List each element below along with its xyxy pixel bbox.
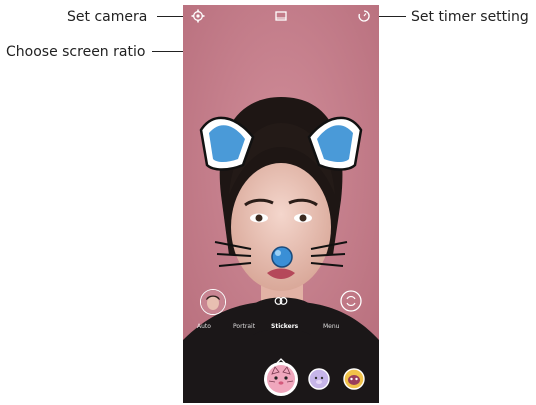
shutter-button[interactable] (264, 362, 298, 396)
gallery-thumbnail[interactable] (200, 289, 226, 315)
set-timer-callout: Set timer setting (411, 9, 529, 25)
sticker-option-monkey[interactable] (343, 368, 365, 390)
switch-camera-icon[interactable] (339, 289, 363, 313)
gear-icon[interactable] (191, 9, 205, 23)
sticker-effects-icon[interactable] (274, 294, 288, 308)
choose-ratio-callout: Choose screen ratio (6, 44, 146, 60)
mode-auto[interactable]: Auto (197, 323, 211, 330)
screen-ratio-icon[interactable] (274, 9, 288, 23)
timer-icon[interactable] (357, 9, 371, 23)
set-camera-callout: Set camera (67, 9, 148, 25)
selfie-scene (183, 5, 379, 403)
set-timer-leader (376, 16, 406, 17)
sticker-option-piglet[interactable] (308, 368, 330, 390)
set-camera-leader (157, 16, 183, 17)
camera-preview: Auto Portrait Stickers Menu (183, 5, 379, 403)
mode-stickers[interactable]: Stickers (271, 323, 298, 330)
mode-portrait[interactable]: Portrait (233, 323, 255, 330)
chevron-up-icon[interactable] (276, 352, 286, 364)
mode-bar: Auto Portrait Stickers Menu (183, 323, 379, 337)
mode-menu[interactable]: Menu (323, 323, 339, 330)
